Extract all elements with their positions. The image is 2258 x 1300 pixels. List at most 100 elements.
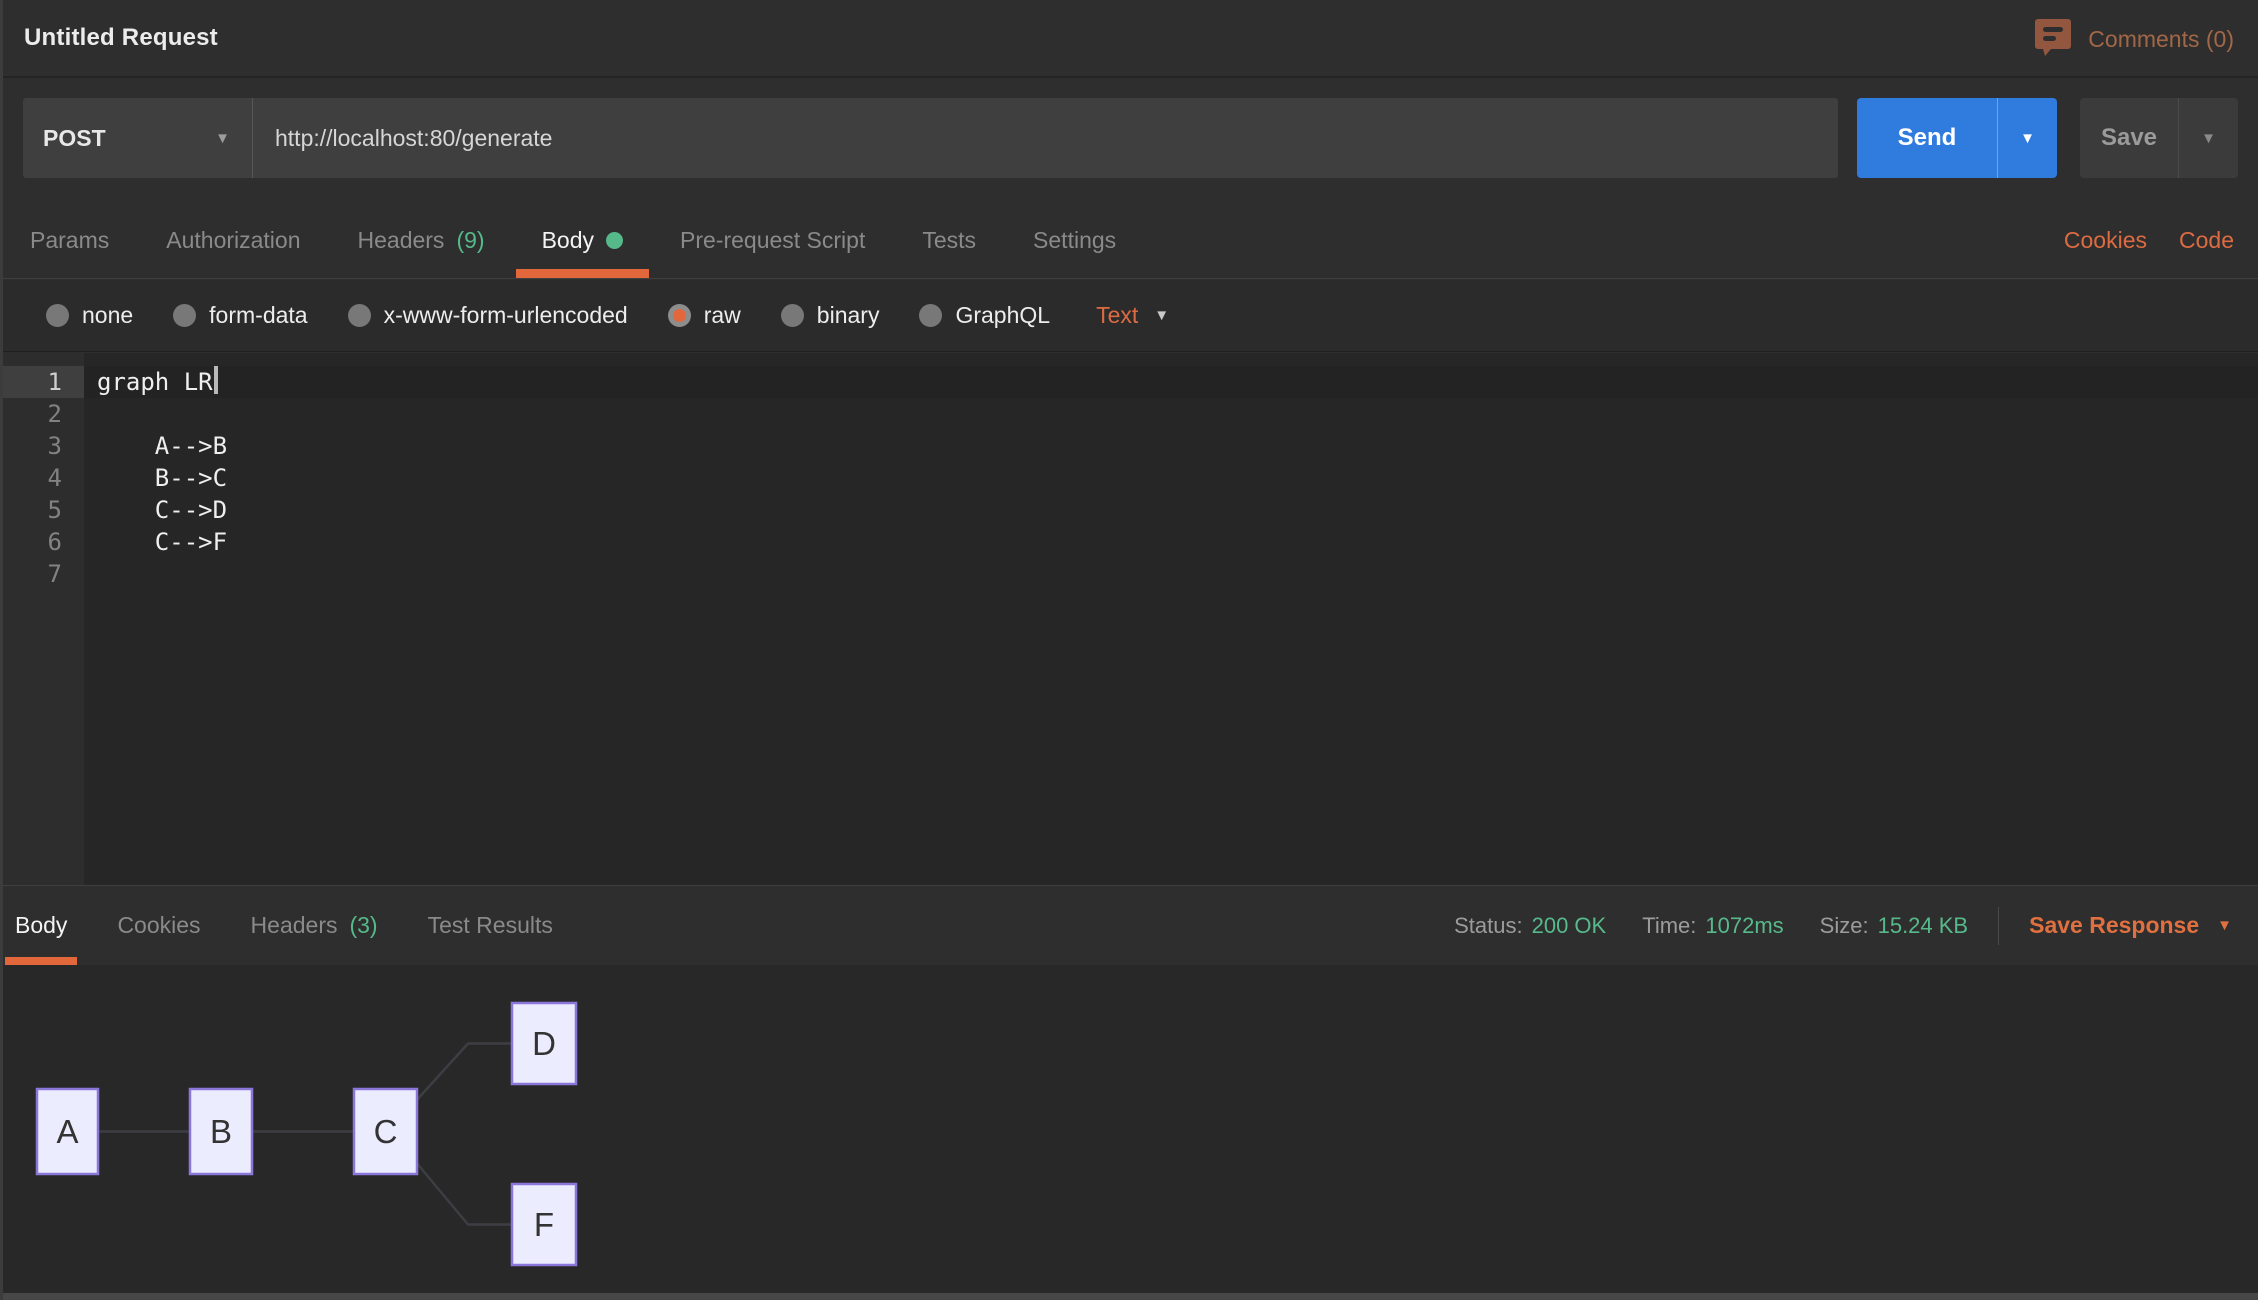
- divider: [1998, 907, 1999, 945]
- comments-label: Comments (0): [2088, 26, 2234, 53]
- tab-pre-request-script[interactable]: Pre-request Script: [680, 202, 865, 278]
- tab-authorization[interactable]: Authorization: [166, 202, 300, 278]
- line-code: [84, 558, 97, 590]
- time-value: 1072ms: [1705, 913, 1783, 939]
- code-link[interactable]: Code: [2179, 227, 2234, 254]
- response-tab-headers[interactable]: Headers (3): [251, 886, 378, 965]
- cookies-link[interactable]: Cookies: [2064, 227, 2147, 254]
- radio-icon: [919, 304, 942, 327]
- save-options-button[interactable]: ▼: [2178, 98, 2238, 178]
- request-tab-bar: Params Authorization Headers (9) Body Pr…: [0, 202, 2258, 279]
- method-select[interactable]: POST ▼: [23, 98, 253, 178]
- graph-node-label-B: B: [210, 1113, 232, 1150]
- window-edge: [0, 0, 3, 1300]
- chevron-down-icon: ▼: [215, 130, 230, 147]
- tab-tests[interactable]: Tests: [922, 202, 976, 278]
- line-number: 3: [0, 430, 84, 462]
- headers-count-badge: (9): [456, 227, 484, 254]
- app-window: Untitled Request Comments (0) POST ▼ htt…: [0, 0, 2258, 1300]
- chevron-down-icon: ▼: [1154, 307, 1169, 324]
- response-meta: Status: 200 OK Time: 1072ms Size: 15.24 …: [1418, 907, 2258, 945]
- radio-form-data[interactable]: form-data: [173, 302, 307, 329]
- response-header: Body Cookies Headers (3) Test Results St…: [0, 885, 2258, 965]
- line-number: 7: [0, 558, 84, 590]
- text-cursor: [214, 366, 218, 394]
- line-number: 2: [0, 398, 84, 430]
- radio-icon: [46, 304, 69, 327]
- status-value: 200 OK: [1532, 913, 1607, 939]
- line-code: C-->D: [84, 494, 227, 526]
- radio-icon: [173, 304, 196, 327]
- send-button[interactable]: Send: [1857, 98, 1997, 178]
- request-body-editor[interactable]: 1 graph LR 2 3 A-->B 4 B-->C 5 C-->D: [0, 353, 2258, 885]
- request-tabs: Params Authorization Headers (9) Body Pr…: [0, 202, 1116, 278]
- radio-x-www-form-urlencoded[interactable]: x-www-form-urlencoded: [348, 302, 628, 329]
- line-code: C-->F: [84, 526, 227, 558]
- tab-body[interactable]: Body: [542, 202, 623, 278]
- raw-format-select[interactable]: Text ▼: [1096, 302, 1169, 329]
- editor-line[interactable]: 1 graph LR: [0, 366, 2258, 398]
- body-modified-dot: [606, 232, 623, 249]
- radio-icon: [781, 304, 804, 327]
- line-number: 1: [0, 366, 84, 398]
- radio-none[interactable]: none: [46, 302, 133, 329]
- radio-raw[interactable]: raw: [668, 302, 741, 329]
- size-meta: Size: 15.24 KB: [1820, 913, 1968, 939]
- response-tabs: Body Cookies Headers (3) Test Results: [0, 886, 553, 965]
- raw-format-value: Text: [1096, 302, 1138, 329]
- comments-button[interactable]: Comments (0): [2034, 0, 2234, 78]
- radio-icon: [348, 304, 371, 327]
- request-title: Untitled Request: [24, 24, 218, 52]
- graph-node-label-C: C: [374, 1113, 398, 1150]
- response-tab-test-results[interactable]: Test Results: [428, 886, 553, 965]
- graph-node-label-A: A: [56, 1113, 78, 1150]
- mermaid-graph: A B C D F: [0, 965, 2258, 1293]
- request-row: POST ▼ http://localhost:80/generate Send…: [0, 80, 2258, 202]
- status-meta: Status: 200 OK: [1454, 913, 1606, 939]
- editor-line[interactable]: 2: [0, 398, 2258, 430]
- url-input[interactable]: http://localhost:80/generate: [253, 98, 1838, 178]
- response-headers-count-badge: (3): [349, 912, 377, 939]
- radio-selected-icon: [668, 304, 691, 327]
- save-response-button[interactable]: Save Response ▼: [2029, 912, 2232, 939]
- editor-line[interactable]: 7: [0, 558, 2258, 590]
- method-label: POST: [43, 125, 106, 152]
- line-code: graph LR: [84, 366, 213, 398]
- line-number: 4: [0, 462, 84, 494]
- editor-line[interactable]: 4 B-->C: [0, 462, 2258, 494]
- save-button[interactable]: Save: [2080, 98, 2178, 178]
- size-value: 15.24 KB: [1878, 913, 1969, 939]
- line-number: 6: [0, 526, 84, 558]
- radio-graphql[interactable]: GraphQL: [919, 302, 1050, 329]
- chevron-down-icon: ▼: [2201, 130, 2216, 147]
- send-button-group: Send ▼: [1857, 98, 2057, 178]
- line-code: B-->C: [84, 462, 227, 494]
- line-code: [84, 398, 97, 430]
- editor-line[interactable]: 6 C-->F: [0, 526, 2258, 558]
- editor-line[interactable]: 3 A-->B: [0, 430, 2258, 462]
- chevron-down-icon: ▼: [2217, 917, 2232, 934]
- request-tab-bar-right: Cookies Code: [2064, 227, 2258, 254]
- response-tab-cookies[interactable]: Cookies: [117, 886, 200, 965]
- body-type-row: none form-data x-www-form-urlencoded raw…: [0, 280, 2258, 352]
- response-tab-body[interactable]: Body: [15, 886, 67, 965]
- comment-icon: [2034, 17, 2072, 62]
- tab-headers[interactable]: Headers (9): [358, 202, 485, 278]
- tab-settings[interactable]: Settings: [1033, 202, 1116, 278]
- graph-node-label-D: D: [532, 1025, 556, 1062]
- editor-line[interactable]: 5 C-->D: [0, 494, 2258, 526]
- time-meta: Time: 1072ms: [1642, 913, 1783, 939]
- chevron-down-icon: ▼: [2020, 130, 2035, 147]
- horizontal-scrollbar[interactable]: [0, 1293, 2258, 1300]
- send-options-button[interactable]: ▼: [1997, 98, 2057, 178]
- tab-params[interactable]: Params: [30, 202, 109, 278]
- editor-lines: 1 graph LR 2 3 A-->B 4 B-->C 5 C-->D: [0, 353, 2258, 590]
- graph-edge-C-F: [415, 1161, 512, 1225]
- save-button-group: Save ▼: [2080, 98, 2238, 178]
- url-bar: POST ▼ http://localhost:80/generate: [23, 98, 1838, 178]
- graph-node-label-F: F: [534, 1206, 554, 1243]
- title-bar: Untitled Request Comments (0): [0, 0, 2258, 78]
- graph-edge-C-D: [415, 1044, 512, 1103]
- response-body-panel[interactable]: A B C D F: [0, 965, 2258, 1293]
- radio-binary[interactable]: binary: [781, 302, 880, 329]
